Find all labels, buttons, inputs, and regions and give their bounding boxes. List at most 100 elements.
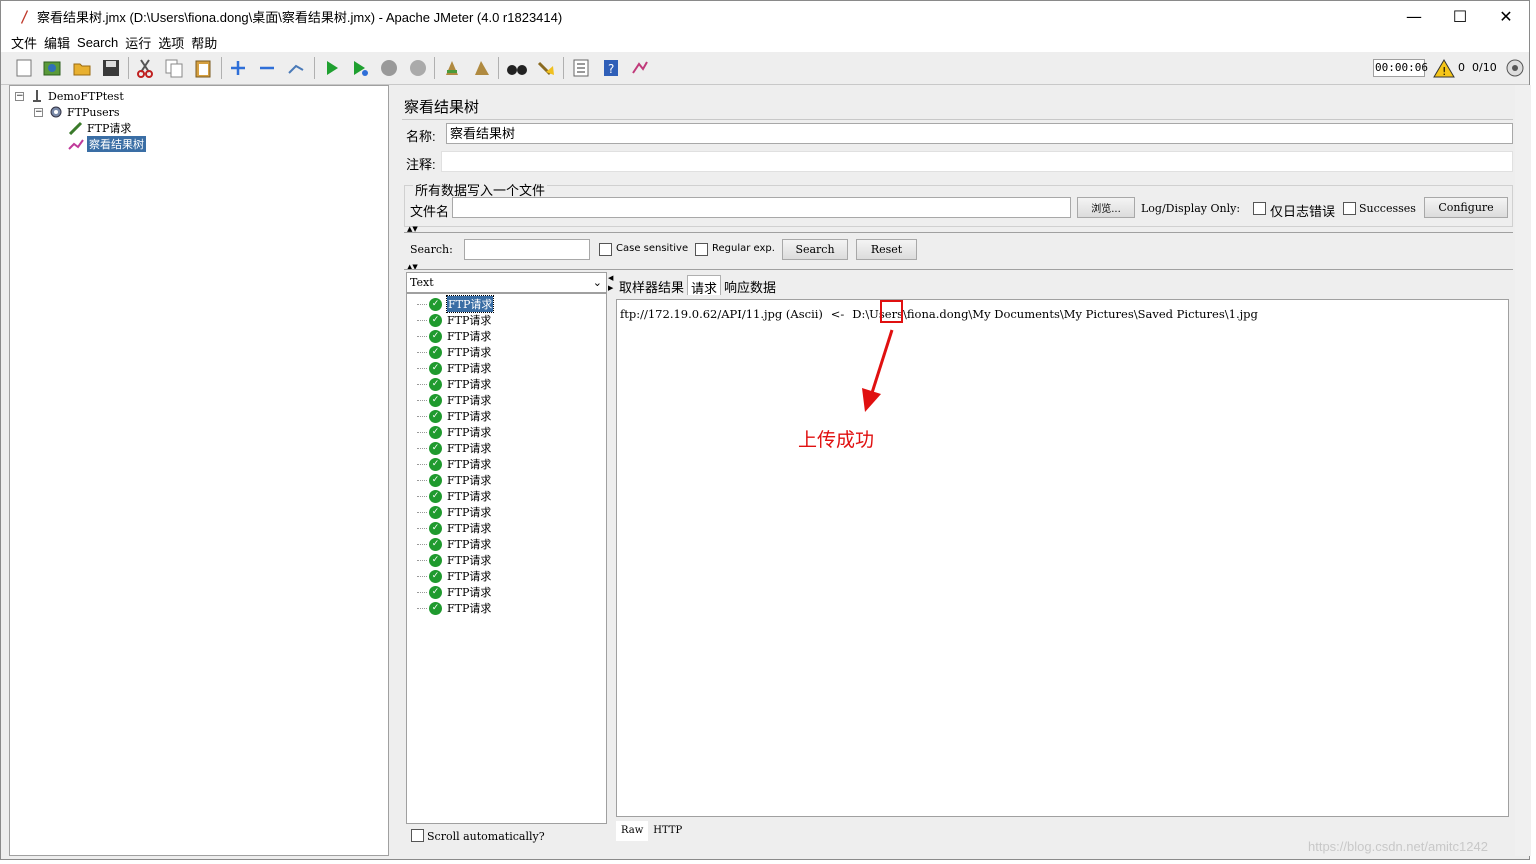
collapse-arrow-icon[interactable]: ◀: [608, 275, 613, 282]
tree-connector: [417, 383, 427, 385]
result-item[interactable]: ✓ FTP请求: [417, 392, 491, 408]
result-item[interactable]: ✓ FTP请求: [417, 552, 491, 568]
result-item[interactable]: ✓ FTP请求: [417, 456, 491, 472]
reset-search-icon[interactable]: [534, 56, 558, 80]
result-item-label: FTP请求: [447, 330, 492, 343]
result-item[interactable]: ✓ FTP请求: [417, 504, 491, 520]
menu-file[interactable]: 文件: [11, 33, 37, 52]
search-input[interactable]: [464, 239, 590, 260]
right-scrollbar[interactable]: [1515, 85, 1531, 856]
warning-count: 0: [1458, 61, 1465, 74]
configure-button[interactable]: Configure: [1424, 197, 1508, 218]
errors-only-checkbox[interactable]: [1253, 202, 1266, 215]
remote-icon[interactable]: [628, 56, 652, 80]
watermark: https://blog.csdn.net/amitc1242: [1308, 839, 1488, 854]
sampler-pipette-icon: [68, 120, 84, 136]
jmeter-feather-icon: [21, 9, 28, 24]
result-item-label: FTP请求: [447, 522, 492, 535]
stop-icon[interactable]: [377, 56, 401, 80]
tree-node-thread-group[interactable]: − FTPusers: [34, 104, 120, 120]
result-item[interactable]: ✓ FTP请求: [417, 360, 491, 376]
result-item[interactable]: ✓ FTP请求: [417, 472, 491, 488]
result-item-label: FTP请求: [447, 602, 492, 615]
success-shield-icon: ✓: [429, 425, 442, 439]
menu-edit[interactable]: 编辑: [44, 33, 70, 52]
result-item[interactable]: ✓ FTP请求: [417, 568, 491, 584]
case-sensitive-label: Case sensitive: [616, 243, 689, 254]
tree-node-ftp-sampler[interactable]: FTP请求: [68, 120, 131, 136]
save-icon[interactable]: [99, 56, 123, 80]
view-mode-tabs: Raw HTTP: [616, 821, 687, 841]
result-item[interactable]: ✓ FTP请求: [417, 520, 491, 536]
successes-checkbox[interactable]: [1343, 202, 1356, 215]
result-item[interactable]: ✓ FTP请求: [417, 295, 495, 313]
request-content[interactable]: ftp://172.19.0.62/API/11.jpg (Ascii) <- …: [616, 299, 1509, 817]
tab-sampler-result[interactable]: 取样器结果: [616, 275, 687, 295]
clear-all-icon[interactable]: [470, 56, 494, 80]
templates-icon[interactable]: [40, 56, 64, 80]
tab-response-data[interactable]: 响应数据: [721, 275, 779, 295]
result-item[interactable]: ✓ FTP请求: [417, 376, 491, 392]
success-shield-icon: ✓: [429, 537, 442, 551]
help-icon[interactable]: ?: [599, 56, 623, 80]
browse-button[interactable]: 浏览...: [1077, 197, 1135, 218]
result-item-label: FTP请求: [447, 506, 492, 519]
pane-splitter[interactable]: [390, 85, 400, 856]
menu-search[interactable]: Search: [77, 35, 118, 50]
result-item[interactable]: ✓ FTP请求: [417, 488, 491, 504]
new-icon[interactable]: [12, 56, 36, 80]
menu-help[interactable]: 帮助: [191, 33, 217, 52]
copy-icon[interactable]: [162, 56, 186, 80]
case-sensitive-checkbox[interactable]: [599, 243, 612, 256]
regex-checkbox[interactable]: [695, 243, 708, 256]
warning-icon[interactable]: !: [1432, 56, 1456, 80]
result-item[interactable]: ✓ FTP请求: [417, 584, 491, 600]
result-item[interactable]: ✓ FTP请求: [417, 408, 491, 424]
filename-field[interactable]: [452, 197, 1071, 218]
result-item[interactable]: ✓ FTP请求: [417, 344, 491, 360]
result-item-label: FTP请求: [447, 362, 492, 375]
collapse-icon[interactable]: [255, 56, 279, 80]
tab-raw[interactable]: Raw: [616, 821, 649, 841]
result-item-label: FTP请求: [445, 295, 495, 313]
expand-icon[interactable]: [226, 56, 250, 80]
result-item[interactable]: ✓ FTP请求: [417, 600, 491, 616]
collapse-toggle-icon[interactable]: −: [34, 107, 43, 117]
shutdown-icon[interactable]: [406, 56, 430, 80]
toggle-icon[interactable]: [284, 56, 308, 80]
minimize-button[interactable]: —: [1391, 1, 1437, 32]
tab-request[interactable]: 请求: [687, 275, 722, 296]
reset-button[interactable]: Reset: [856, 239, 917, 260]
paste-icon[interactable]: [191, 56, 215, 80]
function-helper-icon[interactable]: [569, 56, 593, 80]
result-item[interactable]: ✓ FTP请求: [417, 536, 491, 552]
close-button[interactable]: ✕: [1483, 1, 1529, 32]
tree-connector: [417, 479, 427, 481]
tree-connector: [417, 463, 427, 465]
scroll-auto-checkbox[interactable]: [411, 829, 424, 842]
collapse-toggle-icon[interactable]: −: [15, 91, 24, 101]
menu-run[interactable]: 运行: [125, 33, 151, 52]
start-no-pauses-icon[interactable]: [348, 56, 372, 80]
maximize-button[interactable]: ☐: [1437, 1, 1483, 32]
tab-http[interactable]: HTTP: [648, 821, 687, 841]
name-field[interactable]: 察看结果树: [446, 123, 1513, 144]
tree-node-results-tree[interactable]: 察看结果树: [68, 136, 146, 152]
result-item[interactable]: ✓ FTP请求: [417, 440, 491, 456]
clear-icon[interactable]: [440, 56, 464, 80]
renderer-select[interactable]: Text ⌄: [406, 272, 607, 293]
cut-icon[interactable]: [133, 56, 157, 80]
open-icon[interactable]: [70, 56, 94, 80]
expand-arrow-icon[interactable]: ▶: [608, 285, 613, 292]
success-shield-icon: ✓: [429, 377, 442, 391]
result-item[interactable]: ✓ FTP请求: [417, 328, 491, 344]
search-button[interactable]: Search: [782, 239, 848, 260]
search-binoculars-icon[interactable]: [505, 56, 529, 80]
result-item[interactable]: ✓ FTP请求: [417, 424, 491, 440]
result-item[interactable]: ✓ FTP请求: [417, 312, 491, 328]
tree-node-testplan[interactable]: − DemoFTPtest: [15, 88, 124, 104]
comment-field[interactable]: [441, 151, 1513, 172]
menu-options[interactable]: 选项: [158, 33, 184, 52]
result-item-label: FTP请求: [447, 538, 492, 551]
start-icon[interactable]: [320, 56, 344, 80]
